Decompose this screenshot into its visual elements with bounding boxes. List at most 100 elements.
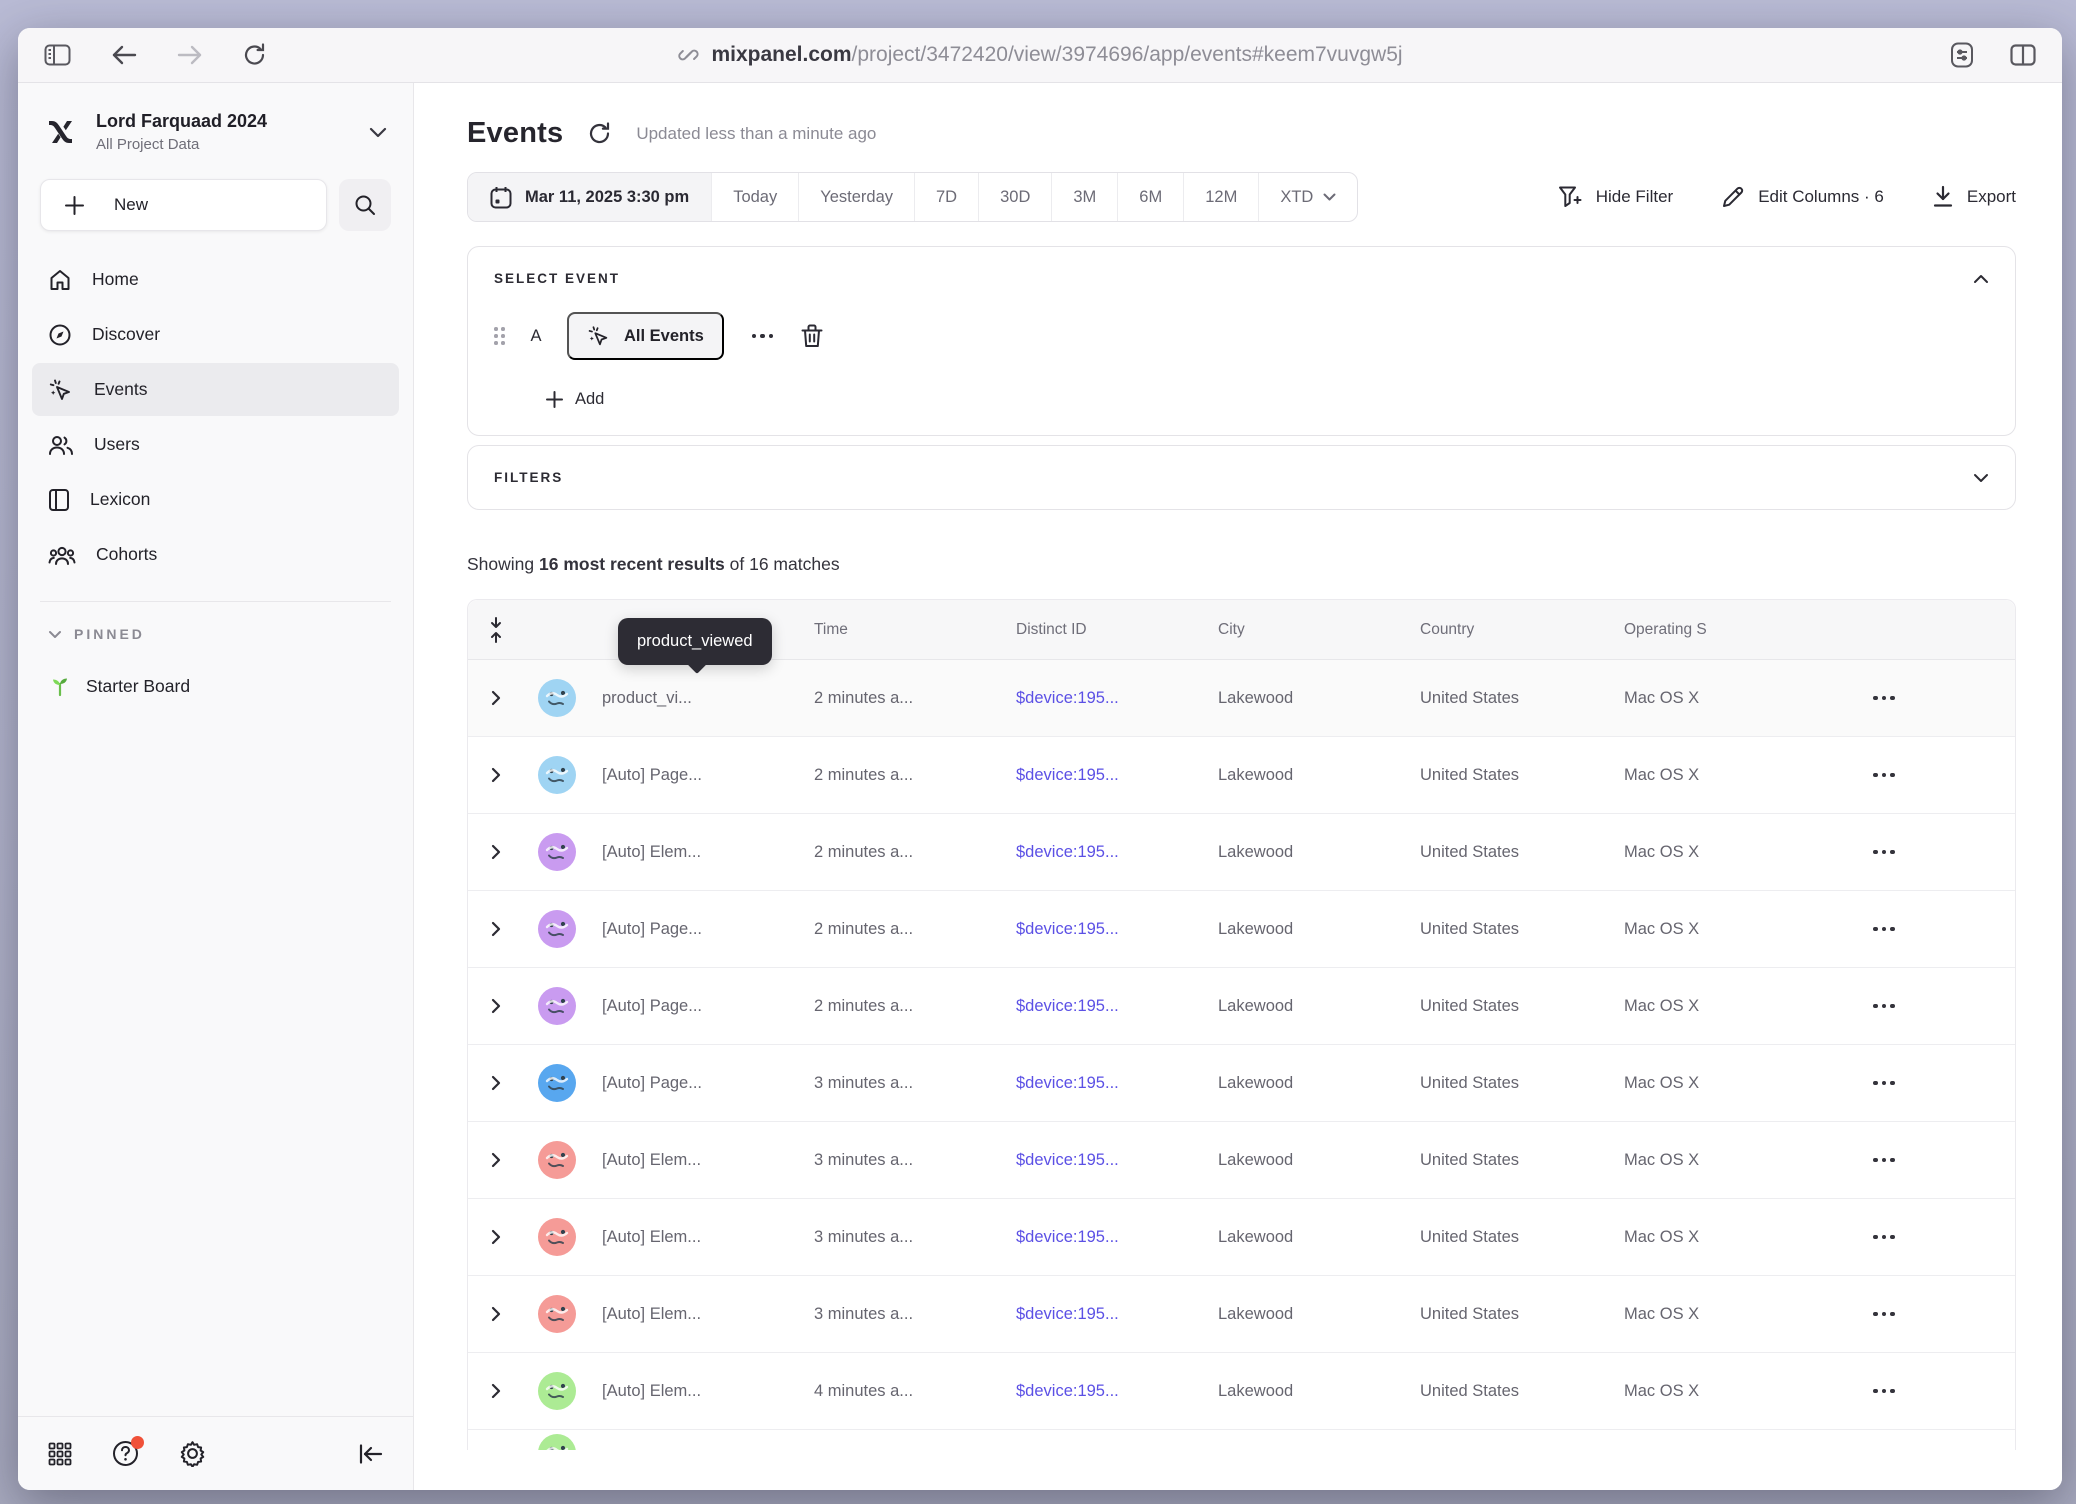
- range-6m[interactable]: 6M: [1117, 173, 1183, 221]
- add-event-button[interactable]: Add: [546, 390, 1989, 409]
- new-button[interactable]: New: [40, 179, 327, 231]
- drag-handle[interactable]: [494, 327, 505, 345]
- chevron-up-icon[interactable]: [1973, 274, 1989, 284]
- table-row[interactable]: [Auto] Elem... 3 minutes a... $device:19…: [468, 1122, 2015, 1199]
- expand-row-icon[interactable]: [468, 1152, 524, 1168]
- distinct-id-link[interactable]: $device:195...: [1016, 689, 1218, 708]
- row-menu-icon[interactable]: [1859, 850, 2015, 855]
- hide-filter-button[interactable]: Hide Filter: [1558, 185, 1673, 209]
- collapse-rows-icon[interactable]: [468, 617, 524, 643]
- sidebar-item-cohorts[interactable]: Cohorts: [32, 528, 399, 581]
- distinct-id-link[interactable]: $device:195...: [1016, 766, 1218, 785]
- row-menu-icon[interactable]: [1859, 1158, 2015, 1163]
- distinct-id-link[interactable]: $device:195...: [1016, 1074, 1218, 1093]
- table-row[interactable]: [468, 1430, 2015, 1450]
- row-menu-icon[interactable]: [1859, 1235, 2015, 1240]
- gear-icon[interactable]: [179, 1440, 206, 1467]
- back-icon[interactable]: [111, 45, 137, 65]
- table-row[interactable]: [Auto] Page... 2 minutes a... $device:19…: [468, 968, 2015, 1045]
- project-subtitle: All Project Data: [96, 136, 353, 153]
- row-menu-icon[interactable]: [1859, 1312, 2015, 1317]
- table-row[interactable]: product_vi... 2 minutes a... $device:195…: [468, 660, 2015, 737]
- search-button[interactable]: [339, 179, 391, 231]
- event-time: 2 minutes a...: [814, 920, 1016, 939]
- sidebar-item-starter-board[interactable]: Starter Board: [32, 660, 399, 712]
- project-switcher[interactable]: Lord Farquaad 2024 All Project Data: [32, 101, 399, 163]
- url-bar[interactable]: mixpanel.com/project/3472420/view/397469…: [677, 43, 1402, 67]
- forward-icon[interactable]: [177, 45, 203, 65]
- expand-row-icon[interactable]: [468, 1229, 524, 1245]
- event-os: Mac OS X: [1624, 1228, 1859, 1247]
- sidebar-item-users[interactable]: Users: [32, 418, 399, 471]
- page-settings-icon[interactable]: [1948, 42, 1976, 68]
- export-button[interactable]: Export: [1932, 185, 2016, 209]
- distinct-id-link[interactable]: $device:195...: [1016, 1382, 1218, 1401]
- column-header-time: Time: [814, 621, 1016, 639]
- distinct-id-link[interactable]: $device:195...: [1016, 1151, 1218, 1170]
- expand-row-icon[interactable]: [468, 767, 524, 783]
- edit-columns-button[interactable]: Edit Columns · 6: [1721, 185, 1884, 209]
- expand-row-icon[interactable]: [468, 921, 524, 937]
- expand-row-icon[interactable]: [468, 1075, 524, 1091]
- range-7d[interactable]: 7D: [914, 173, 978, 221]
- distinct-id-link[interactable]: $device:195...: [1016, 843, 1218, 862]
- expand-row-icon[interactable]: [468, 998, 524, 1014]
- mixpanel-logo: [44, 114, 80, 150]
- compass-icon: [48, 323, 72, 347]
- expand-row-icon[interactable]: [468, 844, 524, 860]
- sidebar-item-events[interactable]: Events: [32, 363, 399, 416]
- event-country: United States: [1420, 1151, 1624, 1170]
- event-city: Lakewood: [1218, 843, 1420, 862]
- date-picker-segment[interactable]: Mar 11, 2025 3:30 pm: [468, 173, 711, 221]
- row-menu-icon[interactable]: [1859, 927, 2015, 932]
- table-row[interactable]: [Auto] Elem... 3 minutes a... $device:19…: [468, 1276, 2015, 1353]
- hide-filter-label: Hide Filter: [1596, 187, 1673, 207]
- table-row[interactable]: [Auto] Page... 2 minutes a... $device:19…: [468, 891, 2015, 968]
- sidebar-item-home[interactable]: Home: [32, 253, 399, 306]
- event-selector-pill[interactable]: All Events: [567, 312, 724, 360]
- sidebar-item-lexicon[interactable]: Lexicon: [32, 473, 399, 526]
- distinct-id-link[interactable]: $device:195...: [1016, 920, 1218, 939]
- row-menu-icon[interactable]: [1859, 1081, 2015, 1086]
- trash-icon[interactable]: [801, 324, 823, 348]
- expand-row-icon[interactable]: [468, 1306, 524, 1322]
- event-avatar: [538, 910, 576, 948]
- distinct-id-link[interactable]: $device:195...: [1016, 997, 1218, 1016]
- range-12m[interactable]: 12M: [1183, 173, 1258, 221]
- event-avatar: [538, 1372, 576, 1410]
- expand-row-icon[interactable]: [468, 690, 524, 706]
- row-menu-icon[interactable]: [1859, 1389, 2015, 1394]
- pinned-section-header[interactable]: PINNED: [32, 622, 399, 646]
- users-icon: [48, 434, 74, 456]
- range-30d[interactable]: 30D: [978, 173, 1051, 221]
- collapse-sidebar-icon[interactable]: [359, 1444, 383, 1464]
- refresh-icon[interactable]: [587, 121, 612, 146]
- sidebar-toggle-icon[interactable]: [44, 44, 71, 66]
- range-xtd[interactable]: XTD: [1258, 173, 1357, 221]
- browser-window: mixpanel.com/project/3472420/view/397469…: [18, 28, 2062, 1490]
- table-row[interactable]: [Auto] Page... 2 minutes a... $device:19…: [468, 737, 2015, 814]
- table-row[interactable]: [Auto] Page... 3 minutes a... $device:19…: [468, 1045, 2015, 1122]
- sidebar-item-discover[interactable]: Discover: [32, 308, 399, 361]
- range-3m[interactable]: 3M: [1051, 173, 1117, 221]
- table-row[interactable]: [Auto] Elem... 2 minutes a... $device:19…: [468, 814, 2015, 891]
- chevron-down-icon[interactable]: [1973, 473, 1989, 483]
- event-more-icon[interactable]: [746, 328, 780, 345]
- split-view-icon[interactable]: [2010, 44, 2036, 66]
- reload-icon[interactable]: [243, 43, 267, 67]
- expand-row-icon[interactable]: [468, 1383, 524, 1399]
- distinct-id-link[interactable]: $device:195...: [1016, 1228, 1218, 1247]
- range-yesterday[interactable]: Yesterday: [798, 173, 914, 221]
- row-menu-icon[interactable]: [1859, 773, 2015, 778]
- event-country: United States: [1420, 1305, 1624, 1324]
- table-row[interactable]: [Auto] Elem... 3 minutes a... $device:19…: [468, 1199, 2015, 1276]
- distinct-id-link[interactable]: $device:195...: [1016, 1305, 1218, 1324]
- row-menu-icon[interactable]: [1859, 696, 2015, 701]
- table-row[interactable]: [Auto] Elem... 4 minutes a... $device:19…: [468, 1353, 2015, 1430]
- range-today[interactable]: Today: [711, 173, 798, 221]
- event-name: [Auto] Page...: [602, 1074, 814, 1093]
- row-menu-icon[interactable]: [1859, 1004, 2015, 1009]
- event-name: [Auto] Elem...: [602, 843, 814, 862]
- apps-grid-icon[interactable]: [48, 1442, 72, 1466]
- browser-toolbar: mixpanel.com/project/3472420/view/397469…: [18, 28, 2062, 83]
